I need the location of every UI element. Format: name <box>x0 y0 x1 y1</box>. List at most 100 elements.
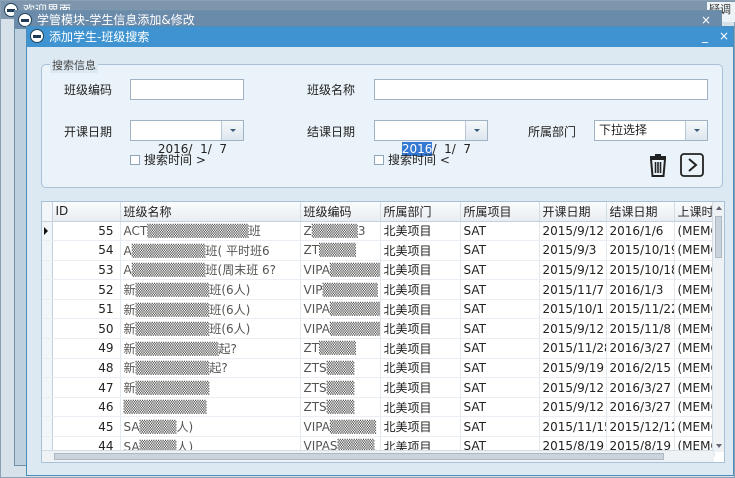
scroll-up-icon[interactable] <box>716 206 722 210</box>
cell-id[interactable]: 45 <box>52 416 121 438</box>
cell-end-date[interactable]: 2016/1/6 <box>606 221 675 242</box>
cell-class-code[interactable]: Z▒▒▒▒▒3 <box>300 221 381 242</box>
cell-end-date[interactable]: 2016/2/15 <box>606 358 675 379</box>
cell-id[interactable]: 54 <box>52 240 121 261</box>
cell-class-time[interactable]: (MEMC <box>674 397 715 418</box>
cell-class-name[interactable]: ACT▒▒▒▒▒▒▒▒▒▒▒班 <box>120 221 301 242</box>
calendar-dropdown-icon[interactable] <box>465 121 487 140</box>
cell-class-name[interactable]: SA▒▒▒▒人) <box>120 416 301 438</box>
row-selector[interactable] <box>42 416 53 438</box>
cell-dept[interactable]: 北美项目 <box>380 397 461 418</box>
search-time-after-checkbox[interactable]: 搜索时间 > <box>130 151 206 168</box>
dialog-titlebar[interactable]: 添加学生-班级搜索 _ × <box>27 27 733 47</box>
column-header-class-code[interactable]: 班级编码 <box>300 202 381 222</box>
cell-end-date[interactable]: 2015/11/22 <box>606 299 675 320</box>
table-row[interactable]: 47 新▒▒▒▒▒▒▒▒ ZTS▒▒▒ 北美项目 SAT 2015/9/12 2016/3/… <box>42 377 715 398</box>
cell-dept[interactable]: 北美项目 <box>380 377 461 398</box>
cell-id[interactable]: 47 <box>52 377 121 398</box>
class-name-input[interactable] <box>374 79 708 100</box>
table-row[interactable]: 55 ACT▒▒▒▒▒▒▒▒▒▒▒班 Z▒▒▒▒▒3 北美项目 SAT 2015/9/12… <box>42 221 715 242</box>
column-header-project[interactable]: 所属项目 <box>460 202 540 222</box>
cell-id[interactable]: 52 <box>52 279 121 300</box>
cell-project[interactable]: SAT <box>460 221 540 242</box>
cell-class-name[interactable]: ▒▒▒▒▒▒▒▒▒ <box>120 397 301 418</box>
cell-class-time[interactable]: (MEMC <box>674 318 715 340</box>
cell-dept[interactable]: 北美项目 <box>380 221 461 242</box>
cell-dept[interactable]: 北美项目 <box>380 358 461 379</box>
cell-id[interactable]: 49 <box>52 338 121 359</box>
cell-id[interactable]: 46 <box>52 397 121 418</box>
cell-class-time[interactable]: (MEMC <box>674 260 715 281</box>
cell-end-date[interactable]: 2015/12/12 <box>606 416 675 438</box>
column-header-start-date[interactable]: 开课日期 <box>539 202 607 222</box>
cell-end-date[interactable]: 2015/10/18 <box>606 260 675 281</box>
cell-class-name[interactable]: 新▒▒▒▒▒▒▒▒班(6人) <box>120 299 301 320</box>
cell-start-date[interactable]: 2015/9/12 <box>539 221 607 242</box>
cell-class-code[interactable]: ZTS▒▒▒ <box>300 377 381 398</box>
cell-class-time[interactable]: (MEMC <box>674 279 715 300</box>
chevron-down-icon[interactable] <box>685 121 707 140</box>
calendar-dropdown-icon[interactable] <box>221 121 243 140</box>
cell-dept[interactable]: 北美项目 <box>380 338 461 359</box>
cell-project[interactable]: SAT <box>460 299 540 320</box>
table-row[interactable]: 53 A▒▒▒▒▒▒▒▒班(周末班 6? VIPA▒▒▒▒▒▒ 北美项目 SAT 2015… <box>42 260 715 281</box>
cell-start-date[interactable]: 2015/11/15 <box>539 416 607 438</box>
vertical-scrollbar[interactable] <box>712 202 724 452</box>
search-time-before-checkbox[interactable]: 搜索时间 < <box>374 151 450 168</box>
cell-project[interactable]: SAT <box>460 358 540 379</box>
cell-class-time[interactable]: (MEMC <box>674 221 715 242</box>
cell-project[interactable]: SAT <box>460 397 540 418</box>
cell-project[interactable]: SAT <box>460 338 540 359</box>
cell-class-name[interactable]: 新▒▒▒▒▒▒▒▒ <box>120 377 301 398</box>
table-row[interactable]: 49 新▒▒▒▒▒▒▒▒▒起? ZT▒▒▒▒ 北美项目 SAT 2015/11/28 201… <box>42 338 715 359</box>
class-code-input[interactable] <box>130 79 244 100</box>
cell-class-time[interactable]: (MEMC <box>674 299 715 320</box>
cell-class-code[interactable]: VIP▒▒▒▒▒▒ <box>300 279 381 300</box>
checkbox-box[interactable] <box>130 154 140 165</box>
cell-class-name[interactable]: A▒▒▒▒▒▒▒▒班( 平时班6 <box>120 240 301 261</box>
cell-project[interactable]: SAT <box>460 377 540 398</box>
row-selector[interactable] <box>42 338 53 359</box>
cell-project[interactable]: SAT <box>460 240 540 261</box>
cell-start-date[interactable]: 2015/9/12 <box>539 377 607 398</box>
column-header-id[interactable]: ID <box>52 202 121 222</box>
cell-class-name[interactable]: 新▒▒▒▒▒▒▒▒▒起? <box>120 338 301 359</box>
cell-project[interactable]: SAT <box>460 416 540 438</box>
cell-end-date[interactable]: 2016/3/27 <box>606 377 675 398</box>
row-selector[interactable] <box>42 377 53 398</box>
cell-project[interactable]: SAT <box>460 279 540 300</box>
table-row[interactable]: 46 ▒▒▒▒▒▒▒▒▒ ZTS▒▒▒ 北美项目 SAT 2015/9/12 2016/3/… <box>42 397 715 418</box>
cell-class-name[interactable]: 新▒▒▒▒▒▒▒▒班(6人) <box>120 318 301 340</box>
cell-dept[interactable]: 北美项目 <box>380 260 461 281</box>
cell-class-code[interactable]: VIPA▒▒▒▒▒ <box>300 416 381 438</box>
cell-project[interactable]: SAT <box>460 318 540 340</box>
cell-class-time[interactable]: (MEMC <box>674 338 715 359</box>
cell-dept[interactable]: 北美项目 <box>380 240 461 261</box>
cell-class-code[interactable]: VIPA▒▒▒▒▒▒ <box>300 318 381 340</box>
cell-dept[interactable]: 北美项目 <box>380 416 461 438</box>
cell-id[interactable]: 48 <box>52 358 121 379</box>
row-selector[interactable] <box>42 240 53 261</box>
column-header-end-date[interactable]: 结课日期 <box>606 202 675 222</box>
cell-class-time[interactable]: (MEMC <box>674 240 715 261</box>
row-selector[interactable] <box>42 299 53 320</box>
cell-class-name[interactable]: 新▒▒▒▒▒▒▒▒起? <box>120 358 301 379</box>
cell-end-date[interactable]: 2016/1/3 <box>606 279 675 300</box>
dialog-close-button[interactable]: × <box>716 27 732 45</box>
table-row[interactable]: 48 新▒▒▒▒▒▒▒▒起? ZTS▒▒▒ 北美项目 SAT 2015/9/19 2016/… <box>42 358 715 379</box>
row-selector[interactable] <box>42 279 53 300</box>
column-header-class-name[interactable]: 班级名称 <box>120 202 301 222</box>
cell-class-code[interactable]: ZT▒▒▒▒ <box>300 338 381 359</box>
cell-dept[interactable]: 北美项目 <box>380 279 461 300</box>
cell-id[interactable]: 50 <box>52 318 121 340</box>
table-row[interactable]: 52 新▒▒▒▒▒▒▒▒班(6人) VIP▒▒▒▒▒▒ 北美项目 SAT 2015/11/… <box>42 279 715 300</box>
cell-class-code[interactable]: VIPA▒▒▒▒▒▒ <box>300 299 381 320</box>
cell-start-date[interactable]: 2015/11/7 <box>539 279 607 300</box>
row-selector[interactable] <box>42 260 53 281</box>
cell-class-time[interactable]: (MEMC <box>674 377 715 398</box>
cell-class-code[interactable]: ZT▒▒▒▒ <box>300 240 381 261</box>
cell-id[interactable]: 51 <box>52 299 121 320</box>
dept-select[interactable]: 下拉选择 <box>594 120 708 141</box>
cell-class-name[interactable]: A▒▒▒▒▒▒▒▒班(周末班 6? <box>120 260 301 281</box>
cell-id[interactable]: 53 <box>52 260 121 281</box>
